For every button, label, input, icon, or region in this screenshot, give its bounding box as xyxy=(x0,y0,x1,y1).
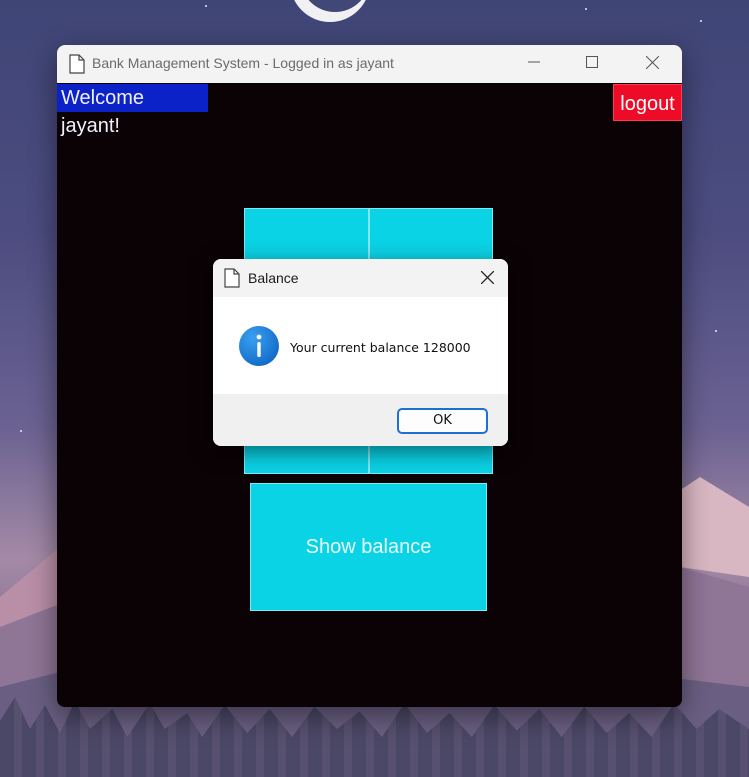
minimize-button[interactable] xyxy=(505,45,563,83)
star xyxy=(20,430,22,432)
welcome-label: Welcome jayant! xyxy=(57,84,208,137)
dialog-close-button[interactable] xyxy=(475,267,499,289)
ok-button[interactable]: OK xyxy=(397,408,488,434)
star xyxy=(205,5,207,7)
show-balance-button[interactable]: Show balance xyxy=(250,483,487,611)
balance-dialog: Balance Your current balance 128000 OK xyxy=(213,259,508,446)
dialog-footer: OK xyxy=(213,394,508,446)
maximize-icon xyxy=(586,56,598,72)
info-icon xyxy=(239,326,279,366)
star xyxy=(700,20,702,22)
close-icon xyxy=(480,269,494,288)
minimize-icon xyxy=(528,56,540,72)
close-icon xyxy=(645,55,659,73)
document-icon xyxy=(69,54,85,78)
maximize-button[interactable] xyxy=(563,45,621,83)
document-icon xyxy=(224,268,240,292)
dialog-titlebar[interactable]: Balance xyxy=(213,259,508,297)
star xyxy=(715,330,717,332)
close-button[interactable] xyxy=(623,45,681,83)
dialog-message: Your current balance 128000 xyxy=(290,340,471,355)
window-titlebar[interactable]: Bank Management System - Logged in as ja… xyxy=(57,45,682,83)
dialog-title: Balance xyxy=(248,270,299,286)
star xyxy=(585,8,587,10)
logout-button[interactable]: logout xyxy=(613,84,682,121)
window-title: Bank Management System - Logged in as ja… xyxy=(92,55,394,71)
